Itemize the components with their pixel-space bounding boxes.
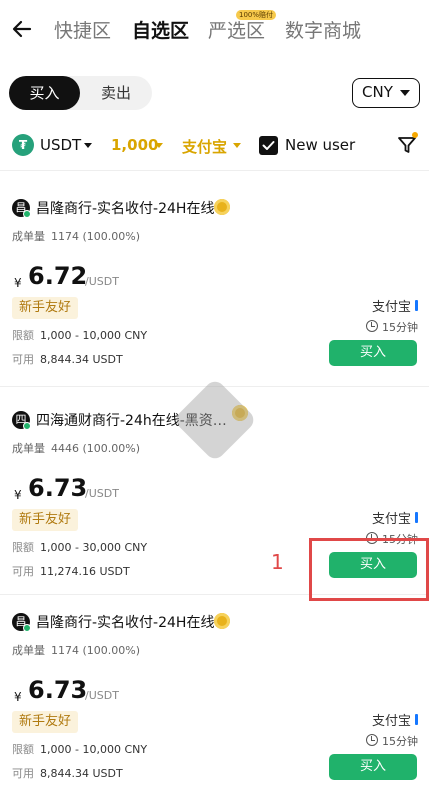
annotation-highlight-box	[309, 538, 429, 601]
online-dot	[23, 210, 31, 218]
available-label: 可用	[12, 767, 34, 780]
guarantee-badge: 100%赔付	[236, 10, 277, 20]
top-nav: 快捷区 自选区 严选区 100%赔付 数字商城	[0, 0, 429, 60]
online-dot	[23, 422, 31, 430]
checkmark-icon	[262, 141, 275, 150]
buy-button[interactable]: 买入	[329, 754, 417, 780]
currency-select[interactable]: CNY	[352, 78, 420, 108]
price: 6.73	[28, 474, 88, 502]
limit-value: 1,000 - 10,000 CNY	[40, 329, 148, 342]
clock-icon	[366, 734, 378, 746]
limit-row: 限额 1,000 - 30,000 CNY	[12, 539, 147, 555]
new-user-label[interactable]: New user	[285, 136, 355, 154]
amount-caret-icon	[155, 143, 163, 148]
payment-method: 支付宝	[372, 300, 412, 315]
amount-filter[interactable]: 1,000	[111, 136, 158, 154]
price: 6.73	[28, 676, 88, 704]
merchant-name[interactable]: 昌隆商行-实名收付-24H在线	[36, 612, 214, 632]
limit-label: 限额	[12, 329, 34, 342]
clock-icon	[366, 320, 378, 332]
limit-value: 1,000 - 30,000 CNY	[40, 541, 148, 554]
coin-filter[interactable]: USDT	[40, 136, 81, 154]
order-stats: 成单量 4446 (100.00%)	[12, 440, 140, 456]
tab-custom[interactable]: 自选区	[132, 16, 189, 43]
buy-toggle-button[interactable]: 买入	[9, 76, 80, 110]
back-arrow-icon[interactable]	[10, 17, 34, 41]
limit-value: 1,000 - 10,000 CNY	[40, 743, 148, 756]
price-unit: /USDT	[85, 275, 119, 288]
yen-symbol: ¥	[14, 488, 22, 502]
payment-time: 15分钟	[382, 735, 418, 748]
available-value: 11,274.16 USDT	[40, 565, 130, 578]
payment-filter[interactable]: 支付宝	[182, 136, 227, 157]
alipay-indicator	[415, 714, 418, 725]
annotation-number: 1	[271, 550, 284, 574]
orders-value: 4446 (100.00%)	[51, 442, 141, 455]
merchant-name[interactable]: 昌隆商行-实名收付-24H在线	[36, 198, 214, 218]
orders-value: 1174 (100.00%)	[51, 644, 141, 657]
ad-card: 昌 昌隆商行-实名收付-24H在线 成单量 1174 (100.00%) ¥ 6.…	[0, 170, 429, 380]
alipay-indicator	[415, 300, 418, 311]
new-user-checkbox[interactable]	[259, 136, 278, 155]
price-unit: /USDT	[85, 487, 119, 500]
orders-label: 成单量	[12, 230, 45, 243]
orders-value: 1174 (100.00%)	[51, 230, 141, 243]
limit-row: 限额 1,000 - 10,000 CNY	[12, 327, 147, 343]
coin-caret-icon	[84, 143, 92, 148]
price: 6.72	[28, 262, 88, 290]
usdt-icon: ₮	[12, 134, 34, 156]
filter-active-dot	[412, 132, 418, 138]
available-label: 可用	[12, 565, 34, 578]
ad-card: 昌 昌隆商行-实名收付-24H在线 成单量 1174 (100.00%) ¥ 6.…	[0, 584, 429, 790]
available-label: 可用	[12, 353, 34, 366]
order-stats: 成单量 1174 (100.00%)	[12, 228, 140, 244]
filter-bar: ₮ USDT 1,000 支付宝 New user	[0, 128, 429, 162]
price-unit: /USDT	[85, 689, 119, 702]
alipay-indicator	[415, 512, 418, 523]
sell-toggle-button[interactable]: 卖出	[80, 76, 152, 110]
chevron-down-icon	[400, 90, 410, 96]
medal-icon	[214, 199, 230, 215]
order-stats: 成单量 1174 (100.00%)	[12, 642, 140, 658]
yen-symbol: ¥	[14, 690, 22, 704]
beginner-tag: 新手友好	[12, 297, 79, 319]
online-dot	[23, 624, 31, 632]
available-row: 可用 8,844.34 USDT	[12, 351, 123, 367]
available-value: 8,844.34 USDT	[40, 353, 123, 366]
buy-button[interactable]: 买入	[329, 340, 417, 366]
orders-label: 成单量	[12, 442, 45, 455]
limit-row: 限额 1,000 - 10,000 CNY	[12, 741, 147, 757]
limit-label: 限额	[12, 541, 34, 554]
buy-sell-toggle: 买入 卖出	[9, 76, 152, 110]
beginner-tag: 新手友好	[12, 711, 79, 733]
payment-caret-icon	[233, 143, 241, 148]
orders-label: 成单量	[12, 644, 45, 657]
available-row: 可用 8,844.34 USDT	[12, 765, 123, 781]
yen-symbol: ¥	[14, 276, 22, 290]
beginner-tag: 新手友好	[12, 509, 79, 531]
limit-label: 限额	[12, 743, 34, 756]
tab-selected[interactable]: 严选区	[208, 16, 265, 43]
filter-icon[interactable]	[397, 135, 417, 155]
available-row: 可用 11,274.16 USDT	[12, 563, 130, 579]
tab-quick[interactable]: 快捷区	[54, 16, 111, 43]
available-value: 8,844.34 USDT	[40, 767, 123, 780]
tab-digital-mall[interactable]: 数字商城	[285, 16, 361, 43]
medal-icon	[214, 613, 230, 629]
payment-time: 15分钟	[382, 321, 418, 334]
payment-method: 支付宝	[372, 714, 412, 729]
payment-method: 支付宝	[372, 512, 412, 527]
currency-value: CNY	[362, 83, 393, 101]
